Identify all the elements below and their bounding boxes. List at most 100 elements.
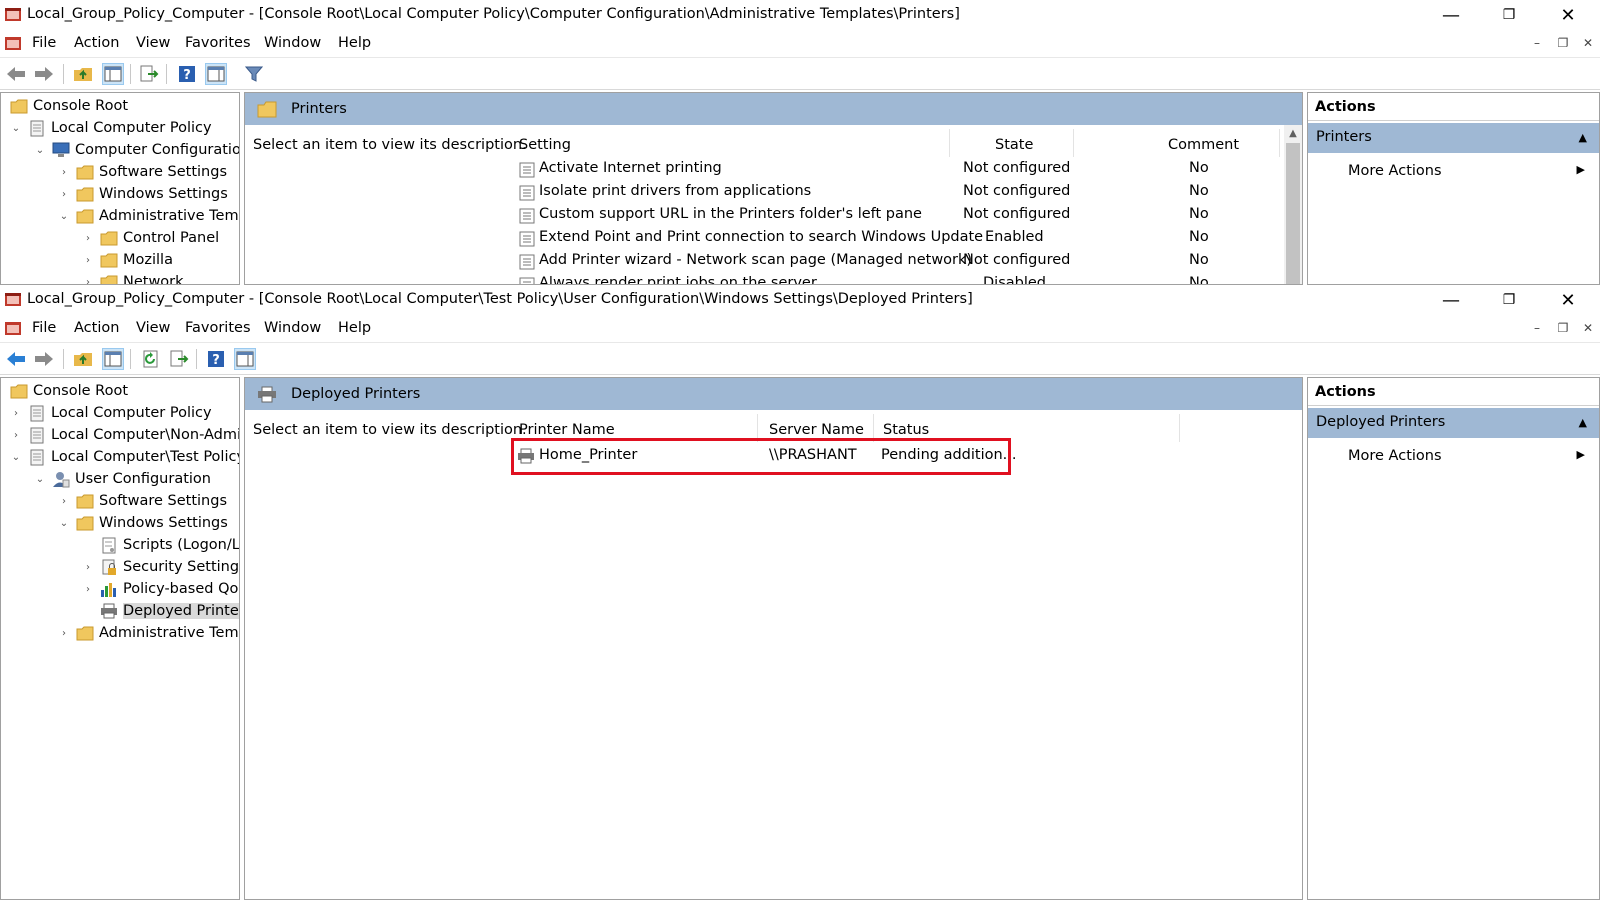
menu-help[interactable]: Help bbox=[338, 35, 371, 51]
minimize-button[interactable]: — bbox=[1423, 0, 1479, 30]
back-arrow-icon[interactable] bbox=[5, 63, 27, 85]
setting-name: Activate Internet printing bbox=[539, 160, 722, 176]
menu-window[interactable]: Window bbox=[264, 320, 321, 336]
restore-button[interactable]: ❐ bbox=[1481, 0, 1537, 30]
chevron-right-icon[interactable]: › bbox=[57, 628, 71, 639]
chevron-right-icon[interactable]: › bbox=[81, 584, 95, 595]
column-header-state[interactable]: State bbox=[995, 137, 1033, 153]
menu-window[interactable]: Window bbox=[264, 35, 321, 51]
tree-item-mozilla[interactable]: › Mozilla bbox=[81, 249, 173, 271]
chevron-right-icon[interactable]: › bbox=[9, 408, 23, 419]
tree-item-scripts[interactable]: Scripts (Logon/Logoff) bbox=[81, 534, 239, 556]
refresh-icon[interactable] bbox=[140, 348, 162, 370]
tree-item-administrative-templates[interactable]: › Administrative Templates bbox=[57, 622, 239, 644]
mmc-document-icon[interactable] bbox=[4, 320, 22, 337]
tree-item-network[interactable]: › Network bbox=[81, 271, 184, 285]
back-arrow-icon[interactable] bbox=[5, 348, 27, 370]
tree-item-software-settings[interactable]: › Software Settings bbox=[57, 490, 227, 512]
more-actions-link[interactable]: More Actions bbox=[1348, 448, 1442, 464]
mdi-restore-icon[interactable]: ❐ bbox=[1553, 321, 1573, 337]
menu-favorites[interactable]: Favorites bbox=[185, 35, 251, 51]
scroll-thumb[interactable] bbox=[1286, 143, 1300, 284]
help-icon[interactable]: ? bbox=[176, 63, 198, 85]
tree-item-security-settings[interactable]: › Security Settings bbox=[81, 556, 239, 578]
filter-icon[interactable] bbox=[243, 63, 265, 85]
up-folder-icon[interactable] bbox=[72, 348, 94, 370]
menu-file[interactable]: File bbox=[32, 35, 56, 51]
menu-favorites[interactable]: Favorites bbox=[185, 320, 251, 336]
chevron-right-icon[interactable]: › bbox=[81, 255, 95, 266]
chevron-down-icon[interactable]: ⌄ bbox=[57, 518, 71, 529]
up-folder-icon[interactable] bbox=[72, 63, 94, 85]
scroll-up-icon[interactable]: ▲ bbox=[1284, 125, 1302, 143]
column-header-setting[interactable]: Setting bbox=[519, 137, 571, 153]
mdi-minimize-icon[interactable]: – bbox=[1527, 36, 1547, 52]
vertical-scrollbar[interactable]: ▲ bbox=[1284, 125, 1302, 284]
chevron-down-icon[interactable]: ⌄ bbox=[9, 452, 23, 463]
close-button[interactable]: ✕ bbox=[1540, 285, 1596, 315]
collapse-up-icon[interactable]: ▲ bbox=[1579, 416, 1587, 429]
more-actions-link[interactable]: More Actions bbox=[1348, 163, 1442, 179]
window-title: Local_Group_Policy_Computer - [Console R… bbox=[27, 291, 973, 307]
tree-item-policy-based-qos[interactable]: › Policy-based QoS bbox=[81, 578, 239, 600]
tree-item-local-computer-policy[interactable]: ⌄ Local Computer Policy bbox=[9, 117, 212, 139]
actions-section-deployed-printers[interactable]: Deployed Printers ▲ bbox=[1308, 408, 1599, 438]
minimize-button[interactable]: — bbox=[1423, 285, 1479, 315]
tree-item-software-settings[interactable]: › Software Settings bbox=[57, 161, 227, 183]
mdi-close-icon[interactable]: ✕ bbox=[1578, 36, 1598, 52]
show-hide-action-pane-icon[interactable] bbox=[234, 348, 256, 370]
mdi-minimize-icon[interactable]: – bbox=[1527, 321, 1547, 337]
tree-item-console-root[interactable]: Console Root bbox=[5, 95, 128, 117]
chevron-right-icon[interactable]: › bbox=[57, 189, 71, 200]
title-bar[interactable]: Local_Group_Policy_Computer - [Console R… bbox=[0, 0, 1600, 30]
tree-item-user-configuration[interactable]: ⌄ User Configuration bbox=[33, 468, 211, 490]
export-list-icon[interactable] bbox=[138, 63, 160, 85]
mmc-document-icon[interactable] bbox=[4, 35, 22, 52]
collapse-up-icon[interactable]: ▲ bbox=[1579, 131, 1587, 144]
actions-section-printers[interactable]: Printers ▲ bbox=[1308, 123, 1599, 153]
show-hide-action-pane-icon[interactable] bbox=[205, 63, 227, 85]
tree-item-test-policy[interactable]: ⌄ Local Computer\Test Policy bbox=[9, 446, 239, 468]
tree-item-control-panel[interactable]: › Control Panel bbox=[81, 227, 219, 249]
show-hide-console-tree-icon[interactable] bbox=[102, 348, 124, 370]
mdi-close-icon[interactable]: ✕ bbox=[1578, 321, 1598, 337]
tree-item-non-administrators-policy[interactable]: › Local Computer\Non-Administrators Poli… bbox=[9, 424, 239, 446]
menu-action[interactable]: Action bbox=[74, 320, 119, 336]
chevron-down-icon[interactable]: ⌄ bbox=[33, 145, 47, 156]
column-header-status[interactable]: Status bbox=[883, 422, 929, 438]
column-header-comment[interactable]: Comment bbox=[1168, 137, 1239, 153]
chevron-down-icon[interactable]: ⌄ bbox=[33, 474, 47, 485]
tree-item-deployed-printers[interactable]: Deployed Printers bbox=[81, 600, 239, 622]
menu-view[interactable]: View bbox=[136, 35, 170, 51]
tree-item-windows-settings[interactable]: › Windows Settings bbox=[57, 183, 228, 205]
help-icon[interactable]: ? bbox=[205, 348, 227, 370]
policy-document-icon bbox=[27, 405, 47, 422]
chevron-right-icon[interactable]: › bbox=[9, 430, 23, 441]
tree-item-local-computer-policy[interactable]: › Local Computer Policy bbox=[9, 402, 212, 424]
chevron-down-icon[interactable]: ⌄ bbox=[57, 211, 71, 222]
chevron-right-icon[interactable]: › bbox=[81, 233, 95, 244]
menu-action[interactable]: Action bbox=[74, 35, 119, 51]
tree-item-computer-configuration[interactable]: ⌄ Computer Configuration bbox=[33, 139, 239, 161]
tree-item-console-root[interactable]: Console Root bbox=[5, 380, 128, 402]
title-bar[interactable]: Local_Group_Policy_Computer - [Console R… bbox=[0, 285, 1600, 315]
chevron-right-icon[interactable]: › bbox=[57, 496, 71, 507]
forward-arrow-icon[interactable] bbox=[33, 63, 55, 85]
menu-view[interactable]: View bbox=[136, 320, 170, 336]
column-header-server-name[interactable]: Server Name bbox=[769, 422, 864, 438]
export-list-icon[interactable] bbox=[168, 348, 190, 370]
restore-button[interactable]: ❐ bbox=[1481, 285, 1537, 315]
forward-arrow-icon[interactable] bbox=[33, 348, 55, 370]
chevron-right-icon[interactable]: › bbox=[81, 277, 95, 285]
column-header-printer-name[interactable]: Printer Name bbox=[519, 422, 615, 438]
chevron-down-icon[interactable]: ⌄ bbox=[9, 123, 23, 134]
chevron-right-icon[interactable]: › bbox=[57, 167, 71, 178]
tree-item-windows-settings[interactable]: ⌄ Windows Settings bbox=[57, 512, 228, 534]
menu-file[interactable]: File bbox=[32, 320, 56, 336]
tree-item-administrative-templates[interactable]: ⌄ Administrative Templates bbox=[57, 205, 239, 227]
show-hide-console-tree-icon[interactable] bbox=[102, 63, 124, 85]
menu-help[interactable]: Help bbox=[338, 320, 371, 336]
close-button[interactable]: ✕ bbox=[1540, 0, 1596, 30]
mdi-restore-icon[interactable]: ❐ bbox=[1553, 36, 1573, 52]
chevron-right-icon[interactable]: › bbox=[81, 562, 95, 573]
